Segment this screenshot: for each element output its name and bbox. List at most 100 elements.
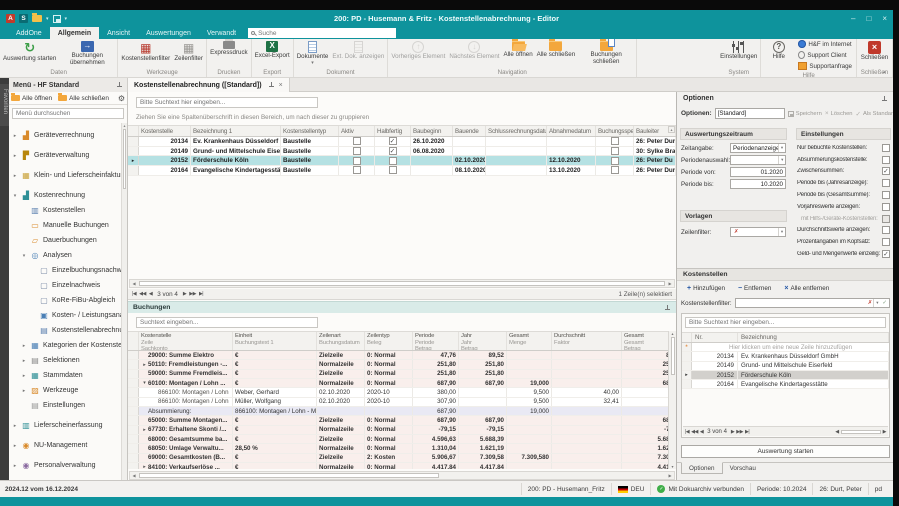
menu-tab-ansicht[interactable]: Ansicht <box>99 27 138 39</box>
expander-icon[interactable]: ▸ <box>12 443 18 449</box>
save-options-button[interactable]: Speichern <box>788 111 822 117</box>
scroll-up-icon[interactable]: ▴ <box>668 126 675 133</box>
checkbox-icon[interactable]: ✓ <box>389 147 397 155</box>
checkbox-icon[interactable]: ✓ <box>882 250 890 258</box>
checkbox-icon[interactable] <box>611 147 619 155</box>
options-profile-input[interactable] <box>715 108 785 119</box>
sidebar-item-kostenrechnung[interactable]: ▾▟Kostenrechnung <box>9 188 121 203</box>
pager-next-icon[interactable]: ▶▶ <box>736 429 743 435</box>
checkbox-icon[interactable] <box>882 179 890 187</box>
periode-bis-field[interactable]: 10.2020 <box>730 179 786 189</box>
scrollbar-thumb[interactable] <box>841 430 881 434</box>
sidebar-item-kosten-leistungsanalyse[interactable]: ▣Kosten- / Leistungsanalyse <box>9 308 121 323</box>
scroll-right-icon[interactable]: ▶ <box>666 281 674 286</box>
sidebar-item-selektionen[interactable]: ▸▤Selektionen <box>9 353 121 368</box>
support-client-link[interactable]: Support Client <box>798 51 852 60</box>
scrollbar-thumb[interactable] <box>139 281 665 286</box>
buchung-row-12[interactable]: ▸84100: Verkaufserlöse ...€Normalzeile0:… <box>128 463 676 469</box>
pager-next-icon[interactable]: ▶ <box>183 291 186 297</box>
status-26-durt-peter[interactable]: 26: Durt, Peter <box>812 483 867 494</box>
dokumente-button[interactable]: Dokumente▾ <box>295 40 331 68</box>
kostenstelle-row-20134[interactable]: 20134Ev. Krankenhaus Düsseldorf GmbH <box>682 352 889 361</box>
sidebar-item-einzelnachweis[interactable]: ▢Einzelnachweis <box>9 278 121 293</box>
checkbox-icon[interactable] <box>353 147 361 155</box>
sidebar-item-kore-fibu-abgleich[interactable]: ▢KoRe-FiBu-Abgleich <box>9 293 121 308</box>
pager-prev-icon[interactable]: |◀ <box>132 291 136 297</box>
checkbox-icon[interactable] <box>882 226 890 234</box>
buchung-row-8[interactable]: ▸67730: Erhaltene Skonti /...€Normalzeil… <box>128 426 676 435</box>
zeilenfilter-field[interactable]: ✗▾ <box>730 227 786 237</box>
sidebar-item-analysen[interactable]: ▾◎Analysen <box>9 248 121 263</box>
expander-icon[interactable]: ▸ <box>21 358 27 364</box>
supportanfrage-link[interactable]: Supportanfrage <box>798 62 852 71</box>
buchung-row-10[interactable]: 68050: Umlage Verwaltu...28,50 %Normalze… <box>128 444 676 453</box>
expander-icon[interactable]: ▸ <box>12 133 18 139</box>
horizontal-scrollbar[interactable]: ◀ ▶ <box>129 471 675 480</box>
expressdruck-button[interactable]: Expressdruck <box>208 40 249 68</box>
sidebar-item-lieferscheinerfassung[interactable]: ▸▥Lieferscheinerfassung <box>9 418 121 433</box>
close-button[interactable]: × <box>882 14 887 23</box>
column-header-zeilentyp[interactable]: ZeilentypBeleg <box>365 332 413 350</box>
chevron-down-icon[interactable]: ▾ <box>778 228 785 236</box>
save-icon[interactable] <box>53 15 61 23</box>
expander-icon[interactable]: ▸ <box>21 343 27 349</box>
checkbox-icon[interactable]: ✓ <box>882 167 890 175</box>
scrollbar-thumb[interactable] <box>123 129 126 189</box>
sidebar-item-kostenstellen[interactable]: ▥Kostenstellen <box>9 203 121 218</box>
column-header-jahr[interactable]: JahrJahrBetrag <box>459 332 507 350</box>
buchungen-search[interactable] <box>136 317 318 328</box>
pager-next-icon[interactable]: ▶▶ <box>189 291 196 297</box>
pin-icon[interactable] <box>268 81 275 89</box>
delete-options-button[interactable]: ×Löschen <box>825 110 853 117</box>
kostenstelle-row-20152[interactable]: ▸20152Förderschule Köln <box>682 371 889 380</box>
remove-all-button[interactable]: ×Alle entfernen <box>784 285 829 292</box>
status-periode-10-2024[interactable]: Periode: 10.2024 <box>750 483 813 494</box>
scroll-left-icon[interactable]: ◀ <box>130 281 138 286</box>
buchung-row-3[interactable]: ▾60100: Montagen / Lohn ...€Normalzeile0… <box>128 379 676 388</box>
column-header-bezeichnung[interactable]: Bezeichnung <box>738 333 889 342</box>
pager-prev-icon[interactable]: ◀◀ <box>691 429 698 435</box>
checkbox-icon[interactable] <box>611 157 619 165</box>
column-header-menge[interactable]: GesamtMenge <box>507 332 552 350</box>
column-header-halbfertig[interactable]: Halbfertig <box>375 126 411 136</box>
menu-tab-allgemein[interactable]: Allgemein <box>50 27 99 39</box>
auswertung-starten-button[interactable]: Auswertung starten <box>681 445 890 458</box>
expander-icon[interactable]: ▸ <box>141 427 148 433</box>
chevron-down-icon[interactable]: ▾ <box>778 156 785 164</box>
column-header-abnahmedatum[interactable]: Abnahmedatum <box>547 126 596 136</box>
column-header-einheit[interactable]: EinheitBuchungstext 1 <box>233 332 317 350</box>
pager-next-icon[interactable]: ▶| <box>199 291 203 297</box>
pin-icon[interactable] <box>664 304 671 312</box>
checkbox-icon[interactable] <box>882 238 890 246</box>
open-all-button[interactable]: Alle öffnen <box>22 95 52 102</box>
expander-icon[interactable]: ▸ <box>21 373 27 379</box>
column-header-buchungssperre[interactable]: Buchungssperre <box>596 126 634 136</box>
column-header-periode[interactable]: PeriodePeriodeBetrag <box>413 332 459 350</box>
periode-von-field[interactable]: 01.2020 <box>730 167 786 177</box>
apply-icon[interactable]: ✓ <box>880 300 889 306</box>
column-header-nr[interactable]: Nr. <box>692 333 738 342</box>
tab-vorschau[interactable]: Vorschau <box>723 462 763 474</box>
column-header-faktor[interactable]: DurchschnittFaktor <box>552 332 622 350</box>
table-row-20164[interactable]: 20164Evangelische KindertagesstätteBaust… <box>128 166 676 176</box>
scroll-left-icon[interactable]: ◀ <box>130 473 138 478</box>
sidebar-search[interactable] <box>12 108 124 119</box>
table-row-20134[interactable]: 20134Ev. Krankenhaus Düsseldorf Gm...Bau… <box>128 137 676 147</box>
checkbox-icon[interactable] <box>882 156 890 164</box>
expander-icon[interactable]: ▾ <box>12 193 18 199</box>
column-header-bezeichnung-1[interactable]: Bezeichnung 1 <box>191 126 281 136</box>
sidebar-item-ger-teverwaltung[interactable]: ▸▛Geräteverwaltung <box>9 148 121 163</box>
set-default-button[interactable]: ✓Als Standard▾ <box>856 110 893 118</box>
zeilenfilter-button[interactable]: ▦Zeilenfilter <box>172 40 205 68</box>
pin-icon[interactable] <box>116 81 123 89</box>
sidebar-item-einstellungen[interactable]: ▤Einstellungen <box>9 398 121 413</box>
buchung-row-1[interactable]: ▸50110: Fremdleistungen -...€Normalzeile… <box>128 360 676 369</box>
pager-next-icon[interactable]: ▶ <box>731 429 734 435</box>
ribbon-search[interactable] <box>248 28 396 38</box>
open-dropdown-icon[interactable]: ▾ <box>46 16 49 22</box>
save-dropdown-icon[interactable]: ▾ <box>65 16 68 22</box>
expander-icon[interactable]: ▸ <box>12 173 18 179</box>
status-200-pd-husemann-fritz[interactable]: 200: PD - Husemann_Fritz <box>521 483 611 494</box>
favorites-vertical-tab[interactable]: Favoriten <box>0 84 9 126</box>
menu-tab-auswertungen[interactable]: Auswertungen <box>138 27 199 39</box>
